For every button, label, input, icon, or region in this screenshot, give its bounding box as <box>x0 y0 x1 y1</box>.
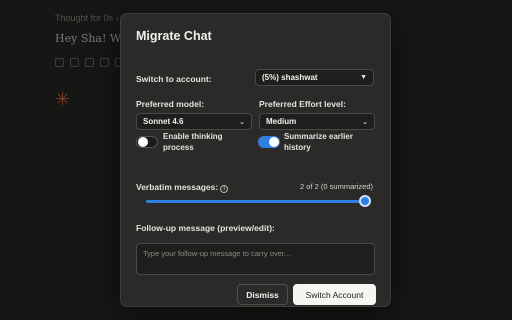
effort-label: Preferred Effort level: <box>259 99 346 109</box>
summarize-toggle[interactable] <box>258 136 280 148</box>
verbatim-slider-thumb[interactable] <box>359 195 371 207</box>
dismiss-button[interactable]: Dismiss <box>237 284 288 305</box>
followup-label: Follow-up message (preview/edit): <box>136 223 275 233</box>
model-label: Preferred model: <box>136 99 205 109</box>
verbatim-slider-track[interactable] <box>146 200 366 203</box>
toggle-knob <box>269 137 279 147</box>
caret-down-icon: ▼ <box>360 74 367 81</box>
verbatim-messages-label: Verbatim messages: i <box>136 182 229 193</box>
toggle-knob <box>138 137 148 147</box>
effort-select[interactable]: Medium ⌄ <box>259 113 375 130</box>
model-select[interactable]: Sonnet 4.6 ⌄ <box>136 113 252 130</box>
model-select-value: Sonnet 4.6 <box>143 117 184 126</box>
chevron-down-icon: ⌄ <box>362 118 368 126</box>
thinking-toggle-label: Enable thinking process <box>163 132 223 152</box>
info-icon[interactable]: i <box>220 185 229 193</box>
summarize-toggle-label: Summarize earlier history <box>284 132 353 152</box>
dialog-title: Migrate Chat <box>136 29 212 43</box>
effort-select-value: Medium <box>266 117 297 126</box>
followup-message-input[interactable] <box>136 243 375 275</box>
verbatim-count: 2 of 2 (0 summarized) <box>300 182 373 191</box>
account-select-value: (5%) shashwat <box>262 73 318 82</box>
thinking-toggle[interactable] <box>136 136 158 148</box>
account-select[interactable]: (5%) shashwat ▼ <box>255 69 374 86</box>
switch-account-label: Switch to account: <box>136 74 212 84</box>
chevron-down-icon: ⌄ <box>239 118 245 126</box>
switch-account-button[interactable]: Switch Account <box>293 284 376 305</box>
verbatim-label-text: Verbatim messages: <box>136 182 219 192</box>
migrate-chat-dialog: Migrate Chat Switch to account: (5%) sha… <box>120 13 391 307</box>
